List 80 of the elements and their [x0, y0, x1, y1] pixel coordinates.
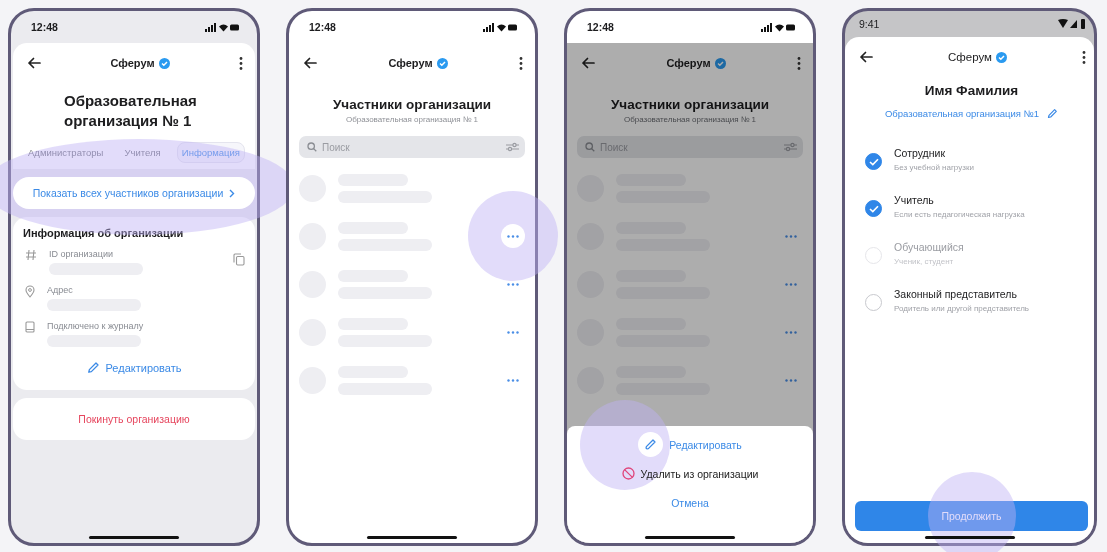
status-time: 12:48 — [31, 21, 58, 33]
status-icons — [761, 22, 795, 32]
search-icon — [307, 142, 317, 152]
continue-button[interactable]: Продолжить — [855, 501, 1088, 531]
role-hint: Родитель или другой представитель — [894, 304, 1029, 313]
status-time: 9:41 — [859, 18, 880, 30]
filter-icon[interactable] — [784, 142, 797, 152]
more-icon — [785, 282, 797, 286]
back-arrow-icon[interactable] — [303, 57, 317, 69]
checkmark-icon — [868, 157, 879, 166]
more-vertical-icon[interactable] — [1082, 50, 1086, 64]
field-label: ID организации — [49, 249, 114, 259]
location-pin-icon — [25, 285, 35, 298]
action-item[interactable]: Отмена — [665, 488, 715, 517]
chevron-right-icon — [229, 188, 236, 198]
field-label: Адрес — [47, 285, 74, 295]
more-icon — [507, 234, 519, 238]
page-title: Участники организации — [331, 97, 493, 112]
tab[interactable]: Администраторы — [23, 142, 109, 163]
role-hint: Без учебной нагрузки — [894, 163, 974, 172]
search-icon — [585, 142, 595, 152]
back-arrow-icon[interactable] — [581, 57, 595, 69]
more-icon — [785, 330, 797, 334]
app-title: Сферум — [388, 57, 433, 69]
page-subtitle: Образовательная организация № 1 — [622, 115, 757, 124]
verified-icon — [436, 57, 448, 69]
status-icons — [205, 22, 239, 32]
more-vertical-icon[interactable] — [519, 56, 523, 70]
pencil-icon[interactable] — [1047, 108, 1059, 119]
hash-icon — [25, 249, 37, 261]
leave-organization-button[interactable]: Покинуть организацию — [13, 398, 255, 440]
filter-icon[interactable] — [506, 142, 519, 152]
prohibited-icon — [621, 467, 635, 480]
page-subtitle: Образовательная организация № 1 — [344, 115, 479, 124]
role-label: Законный представитель — [894, 288, 1018, 300]
action-item[interactable]: Удалить из организации — [615, 459, 765, 488]
copy-icon[interactable] — [233, 253, 245, 266]
more-button[interactable] — [501, 224, 525, 248]
search-field[interactable]: Поиск — [322, 141, 501, 153]
verified-icon — [714, 57, 726, 69]
role-hint: Если есть педагогическая нагрузка — [894, 210, 1025, 219]
role-label: Обучающийся — [894, 241, 964, 253]
more-icon — [507, 330, 519, 334]
action-item[interactable]: Редактировать — [632, 430, 748, 459]
more-icon — [785, 234, 797, 238]
section-title: Информация об организации — [23, 227, 185, 239]
back-arrow-icon[interactable] — [859, 51, 873, 63]
person-name: Имя Фамилия — [923, 83, 1020, 98]
organization-title: Образовательная организация № 1 — [64, 91, 198, 130]
members-link[interactable]: Показать всех участников организации — [13, 177, 255, 209]
verified-icon — [158, 57, 170, 69]
checkbox[interactable] — [865, 200, 882, 217]
verified-icon — [996, 51, 1007, 63]
role-label: Сотрудник — [894, 147, 946, 159]
field-label: Подключено к журналу — [47, 321, 145, 331]
book-icon — [25, 321, 35, 333]
more-icon — [785, 378, 797, 382]
status-time: 12:48 — [587, 21, 614, 33]
search-bar[interactable]: Поиск — [299, 136, 525, 158]
app-title: Сферум — [948, 51, 992, 63]
status-icons — [1058, 19, 1086, 29]
pencil-icon — [638, 432, 664, 457]
page-title: Участники организации — [609, 97, 771, 112]
organization-link[interactable]: Образовательная организация №1 — [884, 108, 1040, 119]
more-vertical-icon[interactable] — [239, 56, 243, 70]
more-icon — [507, 282, 519, 286]
checkmark-icon — [868, 204, 879, 213]
pencil-icon — [86, 361, 100, 374]
app-title: Сферум — [110, 57, 155, 69]
status-time: 12:48 — [309, 21, 336, 33]
checkbox[interactable] — [865, 153, 882, 170]
tab[interactable]: Информация — [176, 142, 245, 163]
edit-button[interactable]: Редактировать — [82, 357, 186, 378]
tab[interactable]: Учителя — [119, 142, 166, 163]
status-icons — [483, 22, 517, 32]
role-label: Учитель — [894, 194, 935, 206]
more-vertical-icon[interactable] — [797, 56, 801, 70]
more-icon — [507, 378, 519, 382]
back-arrow-icon[interactable] — [27, 57, 41, 69]
app-title: Сферум — [666, 57, 711, 69]
